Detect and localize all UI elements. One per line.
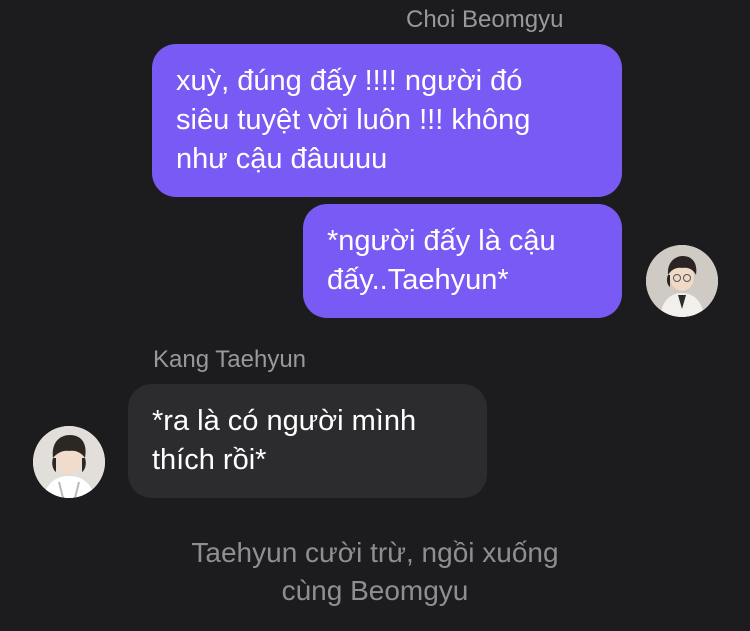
message-line: thích rồi* (152, 444, 267, 476)
narration-line: cùng Beomgyu (281, 575, 469, 606)
avatar-photo-icon (33, 426, 105, 498)
message-line: *ra là có người mình (152, 405, 417, 437)
avatar-photo-icon (646, 245, 718, 317)
sender-name-beomgyu: Choi Beomgyu (406, 6, 564, 33)
message-bubble-outgoing[interactable]: xuỳ, đúng đấy !!!! người đó siêu tuyệt v… (152, 44, 622, 197)
message-line: *người đấy là cậu (327, 225, 556, 257)
message-line: xuỳ, đúng đấy !!!! người đó (176, 65, 523, 97)
narration-line: Taehyun cười trừ, ngồi xuống (191, 537, 559, 568)
avatar-taehyun[interactable] (33, 426, 105, 498)
sender-name-taehyun: Kang Taehyun (153, 346, 307, 373)
message-line: siêu tuyệt vời luôn !!! không (176, 104, 531, 136)
message-bubble-outgoing[interactable]: *người đấy là cậu đấy..Taehyun* (303, 204, 622, 318)
narration-text: Taehyun cười trừ, ngồi xuống cùng Beomgy… (0, 534, 750, 610)
message-bubble-incoming[interactable]: *ra là có người mình thích rồi* (128, 384, 487, 498)
message-line: như cậu đâuuuu (176, 143, 388, 175)
message-line: đấy..Taehyun* (327, 264, 509, 296)
avatar-beomgyu[interactable] (646, 245, 718, 317)
